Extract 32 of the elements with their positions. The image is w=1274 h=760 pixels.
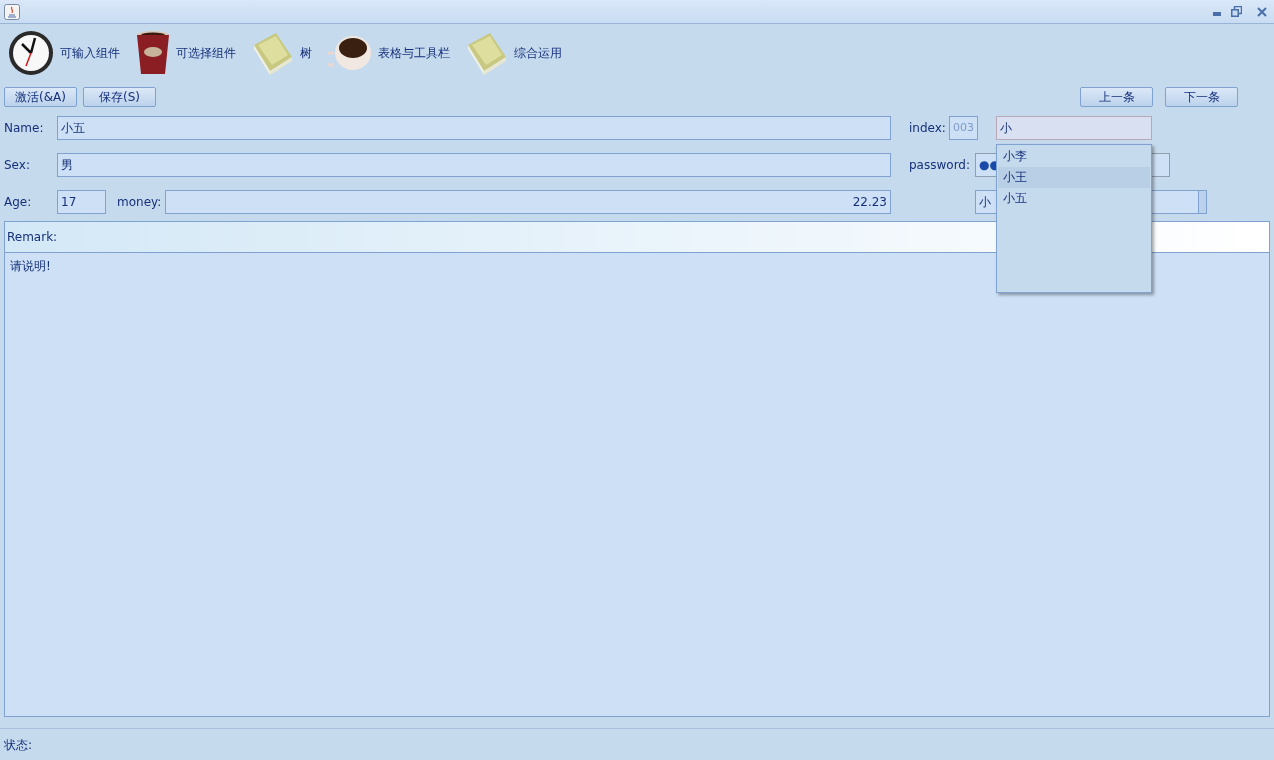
- toolbar-item[interactable]: 表格与工具栏: [378, 44, 450, 62]
- combo-input[interactable]: 小: [996, 116, 1152, 140]
- toolbar-item[interactable]: 可选择组件: [176, 44, 236, 62]
- dropdown-item[interactable]: 小李: [998, 146, 1150, 167]
- button[interactable]: 上一条: [1080, 87, 1153, 107]
- button[interactable]: 下一条: [1165, 87, 1238, 107]
- status-label: 状态:: [4, 736, 33, 754]
- button[interactable]: 保存(S): [83, 87, 156, 107]
- field-label: Age:: [4, 194, 33, 211]
- restore-icon[interactable]: [1231, 6, 1242, 17]
- button[interactable]: 激活(&A): [4, 87, 77, 107]
- input-field[interactable]: 22.23: [165, 190, 891, 214]
- dropdown-item[interactable]: 小王: [998, 167, 1150, 188]
- cup-icon[interactable]: [136, 30, 170, 76]
- input-field[interactable]: 男: [57, 153, 891, 177]
- text-area[interactable]: 请说明!: [4, 253, 1270, 717]
- java-icon[interactable]: [4, 3, 20, 20]
- minimize-icon[interactable]: [1213, 11, 1221, 16]
- field-label: Name:: [4, 120, 45, 137]
- field-label: Sex:: [4, 157, 31, 174]
- field-label: password:: [909, 157, 971, 174]
- toolbar-item[interactable]: 树: [300, 44, 312, 62]
- dropdown-item[interactable]: 小五: [998, 188, 1150, 209]
- input-field[interactable]: 17: [57, 190, 106, 214]
- close-icon[interactable]: [1257, 6, 1267, 17]
- toolbar-item[interactable]: 可输入组件: [60, 44, 120, 62]
- clock-icon[interactable]: [8, 30, 54, 76]
- toolbar-item[interactable]: 综合运用: [514, 44, 562, 62]
- field-label: money:: [117, 194, 163, 211]
- field-label: index:: [909, 120, 947, 137]
- coffee-cup-icon[interactable]: [328, 34, 372, 72]
- input-field[interactable]: 小五: [57, 116, 891, 140]
